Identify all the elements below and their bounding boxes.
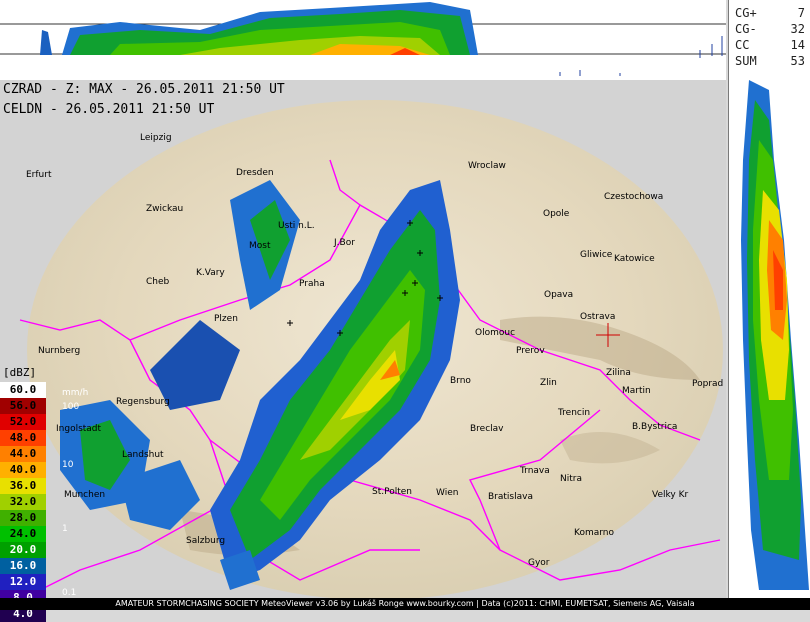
rain-scale-label: 0.1: [62, 588, 77, 598]
stat-key: SUM: [735, 54, 757, 68]
stat-value: 53: [790, 54, 805, 68]
legend-level: 12.0: [0, 574, 46, 590]
stat-value: 32: [790, 22, 805, 36]
stat-row-sum: SUM 53: [735, 54, 807, 70]
stat-value: 7: [797, 6, 805, 20]
legend-level: 36.0: [0, 478, 46, 494]
legend-level: 28.0: [0, 510, 46, 526]
city-label: Ingolstadt: [56, 424, 102, 434]
city-label: Prerov: [516, 346, 545, 356]
rain-scale-label: mm/h: [62, 388, 89, 398]
city-label: Usti n.L.: [278, 221, 315, 231]
city-label: Landshut: [122, 450, 164, 460]
city-label: Munchen: [64, 490, 106, 500]
legend-level: 56.0: [0, 398, 46, 414]
city-label: J.Bor: [334, 238, 355, 248]
city-label: Zlin: [540, 378, 557, 388]
city-label: Opole: [543, 209, 570, 219]
city-label: Plzen: [214, 314, 238, 324]
stat-key: CC: [735, 38, 750, 52]
city-label: Martin: [622, 386, 651, 396]
city-label: Wroclaw: [468, 161, 506, 171]
city-label: Katowice: [614, 254, 655, 264]
stat-value: 14: [790, 38, 805, 52]
city-label: Salzburg: [186, 536, 226, 546]
city-label: Regensburg: [116, 397, 170, 407]
legend-unit: [dBZ]: [3, 366, 37, 379]
city-label: Brno: [450, 376, 471, 386]
rain-scale-label: 1: [62, 524, 68, 534]
radar-map[interactable]: [0, 80, 726, 598]
city-label: Gyor: [528, 558, 550, 568]
city-label: Dresden: [236, 168, 274, 178]
stat-row-cg-minus: CG- 32: [735, 22, 807, 38]
city-label: Erfurt: [26, 170, 52, 180]
legend-level: 24.0: [0, 526, 46, 542]
side-profile-svg: [741, 80, 809, 590]
city-label: Nitra: [560, 474, 582, 484]
city-label: Zilina: [606, 368, 631, 378]
city-label: Poprad: [692, 379, 724, 389]
city-label: Olomouc: [475, 328, 516, 338]
side-vertical-profile: [728, 80, 810, 598]
top-vertical-profile: [0, 0, 726, 81]
stat-row-cc: CC 14: [735, 38, 807, 54]
city-label: Komarno: [574, 528, 614, 538]
top-profile-lightning-marks: [559, 36, 723, 76]
city-label: Trnava: [520, 466, 550, 476]
rain-scale-label: 100: [62, 402, 80, 412]
legend-level: 52.0: [0, 414, 46, 430]
stat-key: CG+: [735, 6, 757, 20]
stat-row-cg-plus: CG+ 7: [735, 6, 807, 22]
city-label: St.Polten: [372, 487, 412, 497]
city-label: Leipzig: [140, 133, 172, 143]
legend-level: 48.0: [0, 430, 46, 446]
city-label: K.Vary: [196, 268, 225, 278]
city-label: Opava: [544, 290, 574, 300]
city-label: B.Bystrica: [632, 422, 678, 432]
legend-level: 16.0: [0, 558, 46, 574]
lightning-title: CELDN - 26.05.2011 21:50 UT: [3, 102, 215, 117]
city-label: Wien: [436, 488, 459, 498]
city-label: Trencin: [558, 408, 591, 418]
city-label: Ostrava: [580, 312, 616, 322]
product-title: CZRAD - Z: MAX - 26.05.2011 21:50 UT: [3, 82, 285, 97]
legend-level: 20.0: [0, 542, 46, 558]
city-label: Zwickau: [146, 204, 184, 214]
city-label: Most: [249, 241, 271, 251]
top-profile-echo: [40, 2, 478, 55]
city-label: Czestochowa: [604, 192, 664, 202]
top-profile-svg: [0, 2, 726, 76]
city-label: Nurnberg: [38, 346, 81, 356]
city-label: Gliwice: [580, 250, 613, 260]
legend-level: 32.0: [0, 494, 46, 510]
stat-key: CG-: [735, 22, 757, 36]
legend-level: 44.0: [0, 446, 46, 462]
legend-level: 40.0: [0, 462, 46, 478]
city-label: Velky Kr: [652, 490, 689, 500]
city-label: Cheb: [146, 277, 170, 287]
city-label: Bratislava: [488, 492, 533, 502]
rain-scale-label: 10: [62, 460, 74, 470]
city-label: Breclav: [470, 424, 504, 434]
lightning-stats-panel: CG+ 7 CG- 32 CC 14 SUM 53: [728, 0, 810, 80]
footer-credits: AMATEUR STORMCHASING SOCIETY MeteoViewer…: [0, 598, 810, 610]
city-label: Praha: [299, 279, 325, 289]
legend-level: 60.0: [0, 382, 46, 398]
radar-map-svg: [19, 100, 723, 598]
